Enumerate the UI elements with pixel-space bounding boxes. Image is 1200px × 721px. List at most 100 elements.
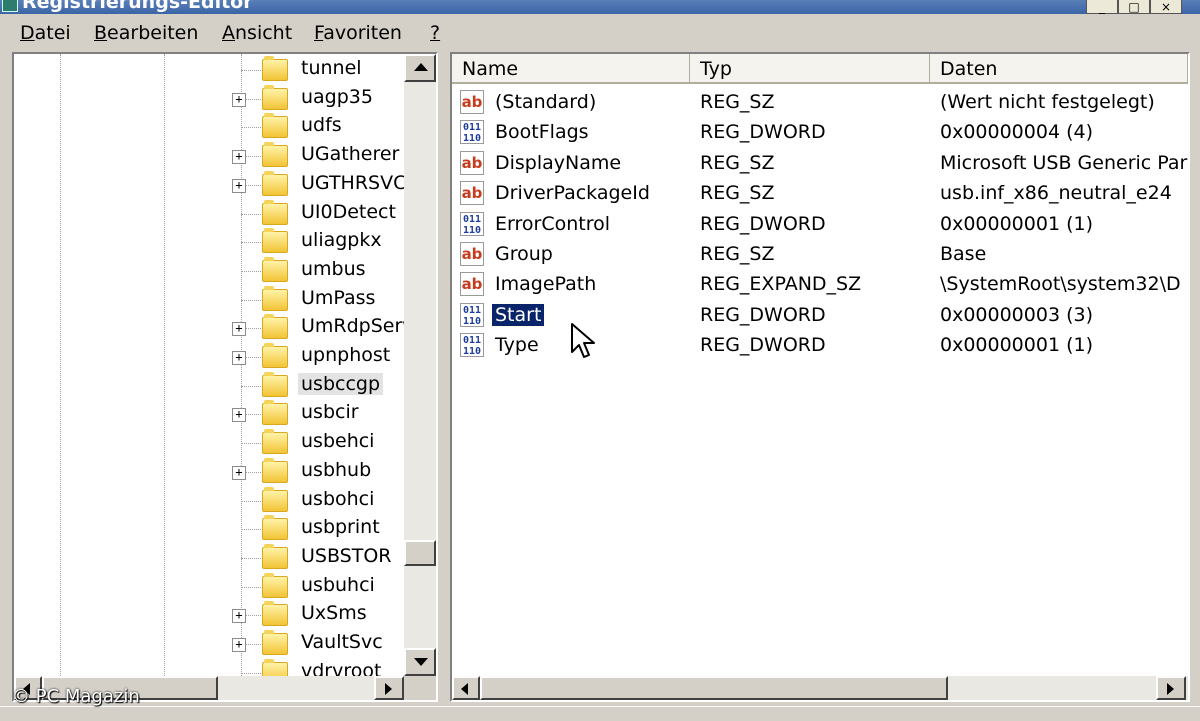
folder-icon <box>262 371 288 397</box>
binary-value-icon: 011 110 <box>460 333 484 358</box>
expand-plus-icon[interactable]: + <box>232 92 246 107</box>
tree-item[interactable]: + usbhub <box>14 457 404 486</box>
string-value-icon: ab <box>460 181 484 206</box>
folder-icon <box>262 170 288 196</box>
folder-icon <box>262 84 288 110</box>
tree-scroll-up-button[interactable] <box>404 54 436 82</box>
menu-bearbeiten[interactable]: Bearbeiten <box>94 22 198 44</box>
tree-scroll-down-button[interactable] <box>404 648 436 676</box>
value-row[interactable]: ab (Standard) REG_SZ (Wert nicht festgelegt… <box>452 87 1188 117</box>
expand-plus-icon[interactable]: + <box>232 178 246 193</box>
value-row[interactable]: ab DriverPackageId REG_SZ usb.inf_x86_neutr… <box>452 178 1188 208</box>
value-row[interactable]: ab DisplayName REG_SZ Microsoft USB Generic… <box>452 148 1188 178</box>
list-header: Name Typ Daten <box>452 54 1188 84</box>
value-daten-cell: usb.inf_x86_neutral_e24 <box>940 182 1172 205</box>
tree-item[interactable]: usbehci <box>14 429 404 457</box>
minimize-button[interactable]: _ <box>1086 0 1118 14</box>
folder-icon <box>262 199 288 225</box>
expand-plus-icon[interactable]: + <box>232 638 246 652</box>
tree-item-label: UGatherer <box>301 143 400 166</box>
arrow-right-icon <box>1167 683 1174 695</box>
tree-item[interactable]: usbprint <box>14 515 404 543</box>
value-daten-cell: 0x00000001 (1) <box>940 334 1093 357</box>
folder-icon <box>262 228 288 254</box>
menu-ansicht[interactable]: Ansicht <box>222 22 292 44</box>
values-scroll-right-button[interactable] <box>1156 676 1186 700</box>
expand-plus-icon[interactable]: + <box>232 351 246 365</box>
tree-item[interactable]: + UGatherer <box>14 142 404 170</box>
value-row[interactable]: ab ImagePath REG_EXPAND_SZ \SystemRoot\syst… <box>452 269 1188 299</box>
tree-connector-line <box>241 270 261 272</box>
tree-connector-line <box>241 443 261 445</box>
value-row[interactable]: 011 110 ErrorControl REG_DWORD 0x00000001 (… <box>452 209 1188 239</box>
maximize-button[interactable]: □ <box>1118 0 1150 14</box>
value-daten-cell: 0x00000004 (4) <box>940 121 1093 144</box>
tree-item-label: uagp35 <box>301 85 373 108</box>
tree-scroll-right-button[interactable] <box>374 676 404 700</box>
column-header-typ[interactable]: Typ <box>690 54 930 84</box>
tree-item[interactable]: + upnphost <box>14 343 404 371</box>
menu-favoriten[interactable]: Favoriten <box>314 22 402 44</box>
folder-icon <box>262 343 288 368</box>
tree-item[interactable]: umbus <box>14 256 404 285</box>
tree-item[interactable]: usbccgp <box>14 371 404 400</box>
value-daten-cell: 0x00000001 (1) <box>940 212 1093 235</box>
menu-datei[interactable]: Datei <box>20 22 71 44</box>
expand-plus-icon[interactable]: + <box>232 465 246 480</box>
tree-item-label: UmRdpServi <box>301 315 404 338</box>
tree-item[interactable]: uliagpkx <box>14 228 404 256</box>
tree-item[interactable]: + uagp35 <box>14 84 404 113</box>
folder-icon <box>262 601 288 627</box>
value-row[interactable]: 011 110 Start REG_DWORD 0x00000003 (3) <box>452 300 1188 330</box>
title-bar: Registrierungs-Editor _ □ × <box>0 0 1200 14</box>
tree-item-label: vdrvroot <box>301 659 382 676</box>
value-daten-cell: (Wert nicht festgelegt) <box>940 91 1155 113</box>
tree-item-label: VaultSvc <box>301 631 383 653</box>
tree-item[interactable]: USBSTOR <box>14 543 404 572</box>
registry-tree-pane[interactable]: tunnel + uagp35 udfs + UGatherer + UGTHRSVC UI0D… <box>12 52 438 702</box>
tree-item[interactable]: usbuhci <box>14 572 404 601</box>
tree-item[interactable]: + UxSms <box>14 601 404 629</box>
value-typ-cell: REG_DWORD <box>700 334 826 357</box>
expand-plus-icon[interactable]: + <box>232 609 246 624</box>
close-button[interactable]: × <box>1150 0 1182 14</box>
binary-value-icon: 011 110 <box>460 302 484 327</box>
tree-item-label: usbhub <box>301 458 372 481</box>
menu-help[interactable]: ? <box>430 22 440 44</box>
tree-item[interactable]: + VaultSvc <box>14 630 404 658</box>
tree-connector-line <box>241 586 261 588</box>
expand-plus-icon[interactable]: + <box>232 150 246 165</box>
value-daten-cell: \SystemRoot\system32\D <box>940 273 1181 296</box>
string-value-icon: ab <box>460 242 484 266</box>
tree-connector-line <box>241 299 261 301</box>
column-header-name[interactable]: Name <box>452 54 690 84</box>
tree-connector-line <box>241 127 261 129</box>
tree-scroll-thumb[interactable] <box>404 540 436 566</box>
tree-item-label: UGTHRSVC <box>301 171 404 194</box>
expand-plus-icon[interactable]: + <box>232 322 246 337</box>
expand-plus-icon[interactable]: + <box>232 408 246 423</box>
menu-bar: Datei Bearbeiten Ansicht Favoriten ? <box>0 14 1200 52</box>
values-hscroll-thumb[interactable] <box>480 676 948 700</box>
values-horizontal-scrollbar[interactable] <box>452 676 1188 700</box>
tree-item[interactable]: udfs <box>14 113 404 141</box>
column-header-daten[interactable]: Daten <box>930 54 1188 84</box>
tree-item[interactable]: UmPass <box>14 285 404 314</box>
tree-item[interactable]: + usbcir <box>14 400 404 428</box>
tree-item[interactable]: + UmRdpServi <box>14 314 404 342</box>
tree-item[interactable]: UI0Detect <box>14 199 404 228</box>
tree-vertical-scrollbar[interactable] <box>404 54 436 676</box>
values-scroll-left-button[interactable] <box>452 676 480 700</box>
folder-icon <box>262 400 288 426</box>
value-row[interactable]: 011 110 Type REG_DWORD 0x00000001 (1) <box>452 330 1188 360</box>
tree-connector-line <box>241 70 261 71</box>
tree-item[interactable]: vdrvroot <box>14 658 404 676</box>
value-daten-cell: Base <box>940 243 987 265</box>
tree-item[interactable]: tunnel <box>14 56 404 84</box>
value-row[interactable]: ab Group REG_SZ Base <box>452 239 1188 269</box>
value-row[interactable]: 011 110 BootFlags REG_DWORD 0x00000004 (4) <box>452 117 1188 147</box>
binary-value-icon: 011 110 <box>460 120 484 145</box>
tree-item[interactable]: + UGTHRSVC <box>14 170 404 199</box>
registry-values-pane[interactable]: Name Typ Daten ab (Standard) REG_SZ (Wert n… <box>450 52 1190 702</box>
tree-item[interactable]: usbohci <box>14 486 404 515</box>
